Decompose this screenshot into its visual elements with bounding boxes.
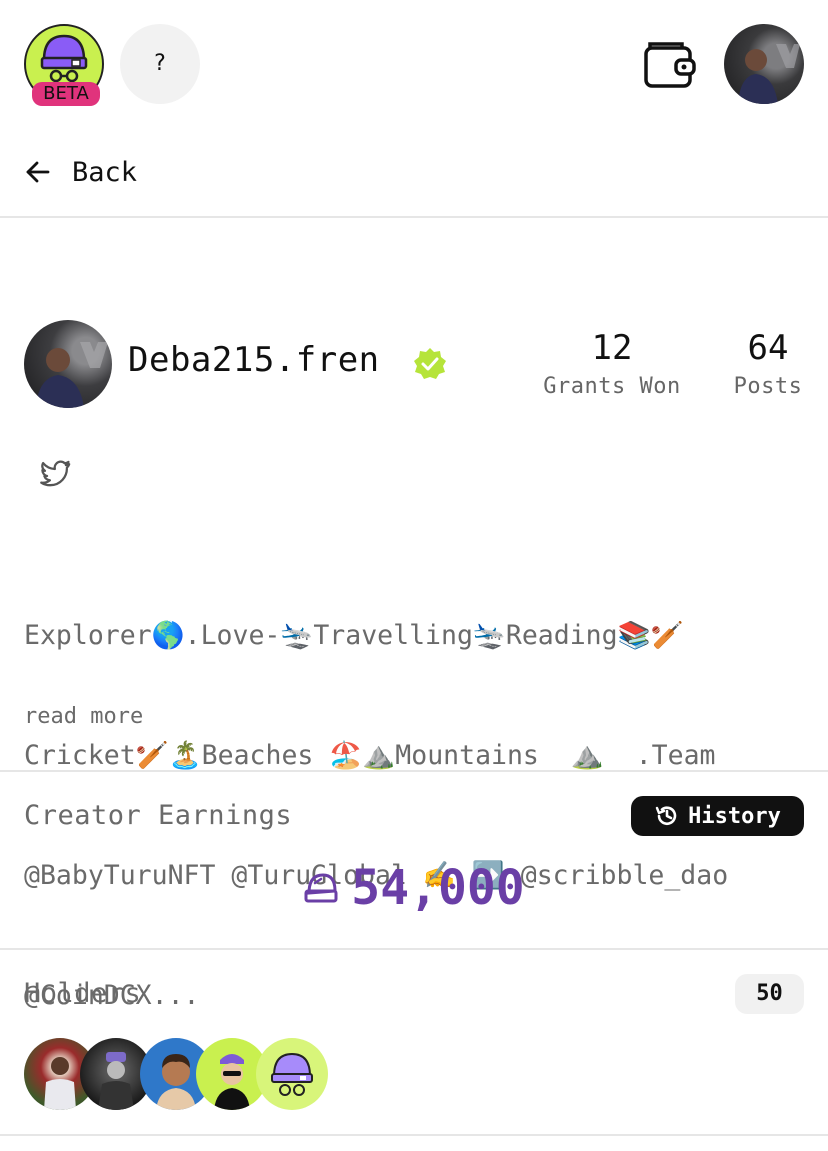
history-label: History bbox=[688, 803, 781, 829]
arrow-left-icon bbox=[26, 161, 50, 183]
divider bbox=[0, 1134, 828, 1136]
holders-count-badge: 50 bbox=[735, 974, 804, 1014]
help-button[interactable]: ? bbox=[120, 24, 200, 104]
profile-photo-icon bbox=[36, 342, 108, 408]
app-logo[interactable]: BETA bbox=[24, 24, 104, 106]
bio-line: @CoinDCX... bbox=[24, 980, 200, 1011]
divider bbox=[0, 216, 828, 218]
top-bar: BETA ? bbox=[0, 0, 828, 130]
wallet-icon[interactable] bbox=[642, 38, 698, 94]
avatar-photo-icon bbox=[738, 44, 800, 104]
history-button[interactable]: History bbox=[631, 796, 804, 836]
twitter-icon[interactable] bbox=[38, 456, 72, 490]
beanie-mascot-icon bbox=[40, 34, 88, 82]
grants-won-label: Grants Won bbox=[543, 374, 681, 399]
verified-badge-icon bbox=[414, 348, 446, 379]
holder-avatar[interactable] bbox=[256, 1038, 328, 1110]
history-clock-icon bbox=[655, 806, 677, 825]
bio-line: Explorer🌎.Love-🛬Travelling🛬Reading📚🏏 bbox=[24, 620, 684, 651]
divider bbox=[0, 770, 828, 772]
token-beanie-icon bbox=[304, 873, 338, 903]
holders-title: Holders bbox=[24, 978, 142, 1009]
creator-earnings-title: Creator Earnings bbox=[24, 800, 293, 831]
grants-won-count: 12 bbox=[591, 328, 633, 368]
divider bbox=[0, 948, 828, 950]
earnings-value: 54,000 bbox=[351, 860, 525, 916]
profile-avatar[interactable] bbox=[24, 320, 112, 408]
posts-count: 64 bbox=[747, 328, 789, 368]
earnings-amount: 54,000 bbox=[0, 860, 828, 916]
username: Deba215.fren bbox=[128, 340, 380, 380]
user-avatar[interactable] bbox=[724, 24, 804, 104]
back-link[interactable]: Back bbox=[24, 150, 137, 194]
read-more-link[interactable]: read more bbox=[24, 704, 143, 729]
stat-posts[interactable]: 64 Posts bbox=[724, 328, 812, 399]
beta-badge: BETA bbox=[32, 82, 100, 106]
posts-label: Posts bbox=[733, 374, 803, 399]
beanie-mascot-icon bbox=[271, 1052, 313, 1096]
back-label: Back bbox=[72, 156, 138, 188]
stat-grants-won: 12 Grants Won bbox=[536, 328, 688, 399]
